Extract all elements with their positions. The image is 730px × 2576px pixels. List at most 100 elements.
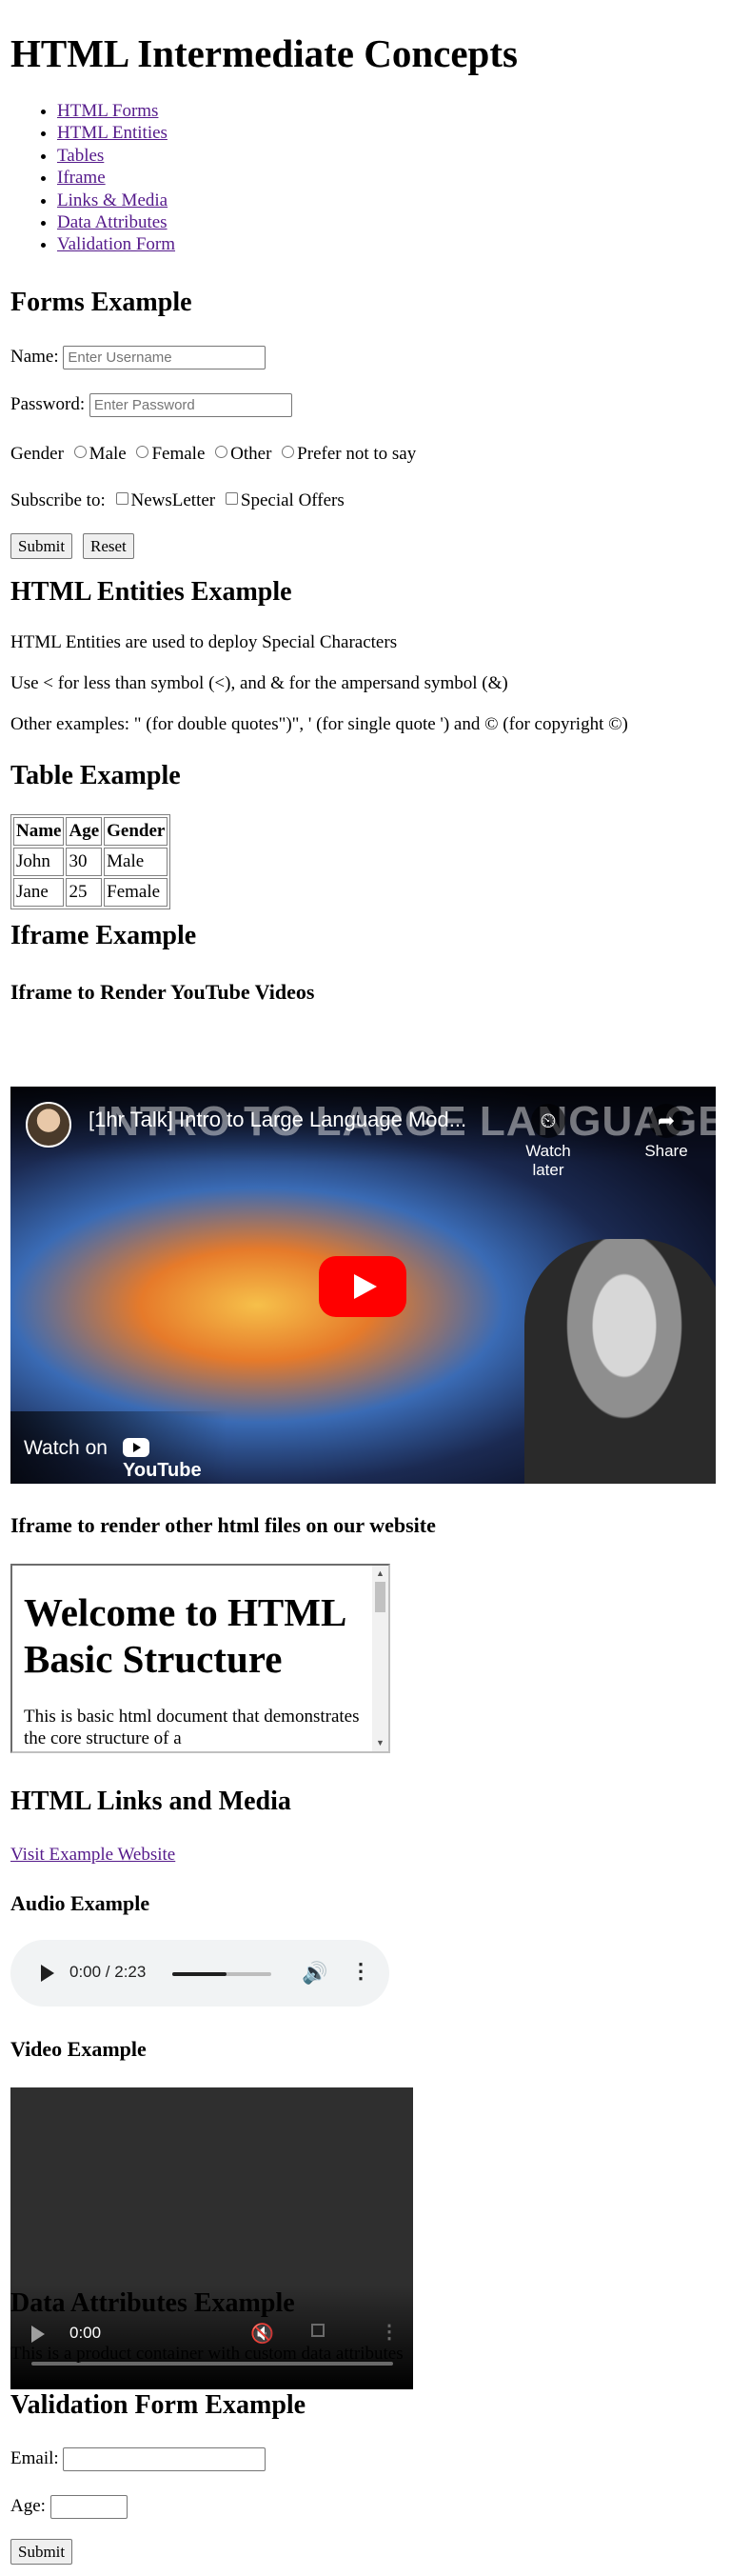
- toc-item: HTML Forms: [57, 100, 175, 122]
- toc-link-entities[interactable]: HTML Entities: [57, 123, 168, 143]
- scroll-up-arrow-icon[interactable]: ▲: [372, 1566, 388, 1582]
- toc-link-links-media[interactable]: Links & Media: [57, 190, 168, 210]
- toc-link-forms[interactable]: HTML Forms: [57, 101, 158, 121]
- age-field[interactable]: [49, 2495, 128, 2519]
- audio-player[interactable]: 0:00 / 2:23 🔊 ⋮: [10, 1940, 389, 2007]
- column-header: Gender: [104, 817, 168, 846]
- share-icon: ➦: [649, 1104, 683, 1138]
- table-cell: 30: [66, 848, 103, 876]
- entities-line: Other examples: " (for double quotes")",…: [10, 714, 628, 734]
- iframe-page-heading: Welcome to HTML Basic Structure: [24, 1590, 345, 1681]
- iframe-heading: Iframe Example: [10, 921, 197, 950]
- toc-item: HTML Entities: [57, 122, 175, 144]
- table-of-contents: HTML Forms HTML Entities Tables Iframe L…: [21, 100, 175, 256]
- gender-option-label: Male: [89, 444, 127, 464]
- watch-on-youtube[interactable]: Watch on YouTube: [10, 1411, 227, 1484]
- audio-progress-bar[interactable]: [172, 1972, 271, 1976]
- people-table: Name Age Gender John 30 Male Jane 25 Fem…: [10, 814, 171, 909]
- scroll-thumb[interactable]: [375, 1582, 385, 1612]
- more-options-icon[interactable]: ⋮: [350, 1959, 371, 1984]
- table-cell: Male: [104, 848, 168, 876]
- local-html-iframe[interactable]: Welcome to HTML Basic Structure This is …: [10, 1564, 390, 1753]
- toc-link-validation-form[interactable]: Validation Form: [57, 234, 175, 254]
- special-offers-checkbox[interactable]: [225, 492, 238, 505]
- volume-icon[interactable]: 🔊: [302, 1961, 327, 1986]
- table-cell: Jane: [13, 878, 65, 907]
- play-icon[interactable]: [41, 1965, 54, 1982]
- table-cell: John: [13, 848, 65, 876]
- gender-radio-male[interactable]: [73, 446, 87, 458]
- watch-on-label: Watch on: [24, 1437, 108, 1459]
- share-button[interactable]: ➦ Share: [637, 1104, 696, 1161]
- age-row: Age:: [10, 2494, 128, 2519]
- gender-radio-female[interactable]: [136, 446, 149, 458]
- youtube-embed[interactable]: INTRO TO LARGE LANGUAGE MODELS [1hr Talk…: [10, 1087, 716, 1484]
- share-label: Share: [644, 1142, 688, 1160]
- subscribe-option-label: Special Offers: [240, 490, 345, 510]
- email-row: Email:: [10, 2446, 266, 2471]
- fullscreen-icon[interactable]: [311, 2324, 325, 2337]
- watch-later-button[interactable]: ⏲ Watch later: [519, 1104, 578, 1180]
- video-more-options-icon[interactable]: ⋮: [380, 2320, 399, 2344]
- toc-item: Links & Media: [57, 190, 175, 211]
- presenter-image: [524, 1239, 716, 1484]
- validation-submit-button[interactable]: Submit: [10, 2539, 73, 2565]
- password-label: Password:: [10, 394, 86, 414]
- age-label: Age:: [10, 2496, 46, 2516]
- table-row: Jane 25 Female: [13, 878, 168, 907]
- forms-heading: Forms Example: [10, 288, 192, 317]
- gender-option-label: Female: [151, 444, 206, 464]
- toc-item: Validation Form: [57, 233, 175, 255]
- product-container-text: This is a product container with custom …: [10, 2344, 404, 2364]
- name-row: Name:: [10, 345, 266, 369]
- video-mute-icon[interactable]: 🔇: [250, 2322, 274, 2346]
- iframe-document: Welcome to HTML Basic Structure This is …: [24, 1575, 366, 1749]
- channel-avatar[interactable]: [26, 1102, 71, 1148]
- table-cell: 25: [66, 878, 103, 907]
- username-input[interactable]: [63, 346, 266, 369]
- audio-heading: Audio Example: [10, 1891, 150, 1915]
- subscribe-option-label: NewsLetter: [130, 490, 216, 510]
- email-field[interactable]: [63, 2447, 266, 2471]
- forms-submit-button[interactable]: Submit: [10, 533, 73, 559]
- gender-radio-prefer-not-to-say[interactable]: [282, 446, 295, 458]
- gender-option-label: Prefer not to say: [297, 444, 417, 464]
- video-time: 0:00: [69, 2324, 102, 2342]
- table-header-row: Name Age Gender: [13, 817, 168, 846]
- toc-link-data-attributes[interactable]: Data Attributes: [57, 212, 168, 232]
- subscribe-row: Subscribe to: NewsLetter Special Offers: [10, 489, 345, 513]
- email-label: Email:: [10, 2448, 59, 2468]
- gender-option-label: Other: [230, 444, 272, 464]
- forms-reset-button[interactable]: Reset: [83, 533, 134, 559]
- video-heading: Video Example: [10, 2037, 147, 2061]
- audio-progress-fill: [172, 1972, 227, 1976]
- video-title[interactable]: [1hr Talk] Intro to Large Language Mod..…: [89, 1108, 466, 1132]
- subscribe-label: Subscribe to:: [10, 490, 106, 510]
- password-input[interactable]: [89, 393, 292, 417]
- watch-later-label: Watch later: [525, 1142, 571, 1179]
- video-play-icon[interactable]: [31, 2326, 45, 2343]
- newsletter-checkbox[interactable]: [115, 492, 128, 505]
- page-title: HTML Intermediate Concepts: [10, 31, 518, 75]
- youtube-logo-text: YouTube: [123, 1460, 202, 1481]
- entities-line: HTML Entities are used to deploy Special…: [10, 632, 398, 652]
- toc-link-tables[interactable]: Tables: [57, 146, 104, 166]
- gender-radio-other[interactable]: [215, 446, 228, 458]
- links-media-heading: HTML Links and Media: [10, 1787, 291, 1816]
- scroll-down-arrow-icon[interactable]: ▼: [372, 1735, 388, 1751]
- gender-label: Gender: [10, 444, 64, 464]
- gender-row: Gender Male Female Other Prefer not to s…: [10, 442, 416, 467]
- password-row: Password:: [10, 392, 292, 417]
- page: HTML Intermediate Concepts HTML Forms HT…: [0, 0, 730, 2576]
- iframe-page-text: This is basic html document that demonst…: [24, 1707, 360, 1748]
- toc-link-iframe[interactable]: Iframe: [57, 168, 106, 188]
- toc-item: Tables: [57, 145, 175, 167]
- iframe-scrollbar[interactable]: ▲ ▼: [372, 1566, 388, 1751]
- clock-icon: ⏲: [531, 1104, 565, 1138]
- youtube-play-icon[interactable]: [319, 1256, 406, 1317]
- column-header: Name: [13, 817, 65, 846]
- toc-item: Data Attributes: [57, 211, 175, 233]
- entities-line: Use < for less than symbol (<), and & fo…: [10, 673, 508, 693]
- audio-time: 0:00 / 2:23: [69, 1963, 147, 1981]
- example-website-link[interactable]: Visit Example Website: [10, 1845, 175, 1866]
